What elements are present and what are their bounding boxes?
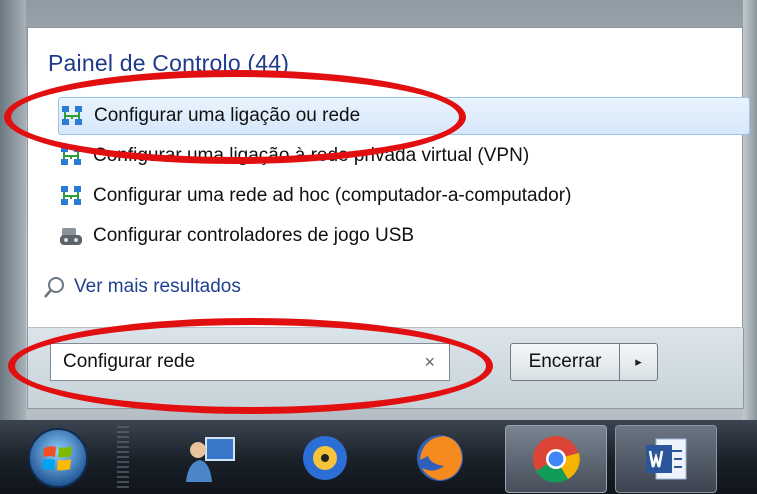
- result-label: Configurar uma rede ad hoc (computador-a…: [93, 185, 572, 206]
- network-icon: [58, 143, 84, 169]
- taskbar: [0, 420, 757, 494]
- result-item-game-controllers[interactable]: Configurar controladores de jogo USB: [58, 219, 748, 253]
- user-computer-icon: [186, 437, 235, 482]
- section-title[interactable]: Painel de Controlo (44): [48, 50, 289, 77]
- taskbar-app-chrome[interactable]: [505, 425, 607, 493]
- result-label: Configurar uma ligação à rede privada vi…: [93, 145, 530, 166]
- clear-search-icon[interactable]: ×: [424, 352, 435, 373]
- see-more-label: Ver mais resultados: [74, 276, 241, 297]
- network-icon: [58, 183, 84, 209]
- windows-logo-icon: [28, 428, 88, 488]
- result-label: Configurar controladores de jogo USB: [93, 225, 415, 246]
- search-bar-area: × Encerrar ▸: [27, 327, 744, 409]
- chrome-icon: [533, 436, 580, 483]
- taskbar-app-firefox[interactable]: [395, 425, 485, 491]
- taskbar-separator: [117, 426, 129, 488]
- search-results-panel: Painel de Controlo (44) Configurar uma l…: [27, 27, 750, 328]
- game-controller-icon: [58, 223, 84, 249]
- search-input[interactable]: [51, 350, 415, 374]
- taskbar-app-remote-desktop[interactable]: [165, 425, 255, 491]
- taskbar-app-media-player[interactable]: [280, 425, 370, 491]
- search-icon: [42, 274, 68, 300]
- media-disc-icon: [303, 436, 347, 480]
- frame-left-edge: [0, 0, 26, 420]
- see-more-results-link[interactable]: Ver mais resultados: [42, 274, 241, 300]
- shutdown-button[interactable]: Encerrar: [510, 343, 620, 381]
- taskbar-app-word[interactable]: [615, 425, 717, 493]
- result-item-vpn[interactable]: Configurar uma ligação à rede privada vi…: [58, 139, 748, 173]
- shutdown-group: Encerrar ▸: [510, 343, 658, 381]
- result-item-adhoc[interactable]: Configurar uma rede ad hoc (computador-a…: [58, 179, 748, 213]
- start-orb[interactable]: [8, 425, 108, 491]
- firefox-icon: [417, 435, 463, 481]
- network-icon: [59, 103, 85, 129]
- shutdown-options-arrow-icon[interactable]: ▸: [620, 343, 658, 381]
- result-label: Configurar uma ligação ou rede: [94, 105, 361, 126]
- word-icon: [646, 438, 687, 480]
- search-box[interactable]: ×: [50, 343, 450, 381]
- result-item-setup-connection[interactable]: Configurar uma ligação ou rede: [58, 97, 750, 135]
